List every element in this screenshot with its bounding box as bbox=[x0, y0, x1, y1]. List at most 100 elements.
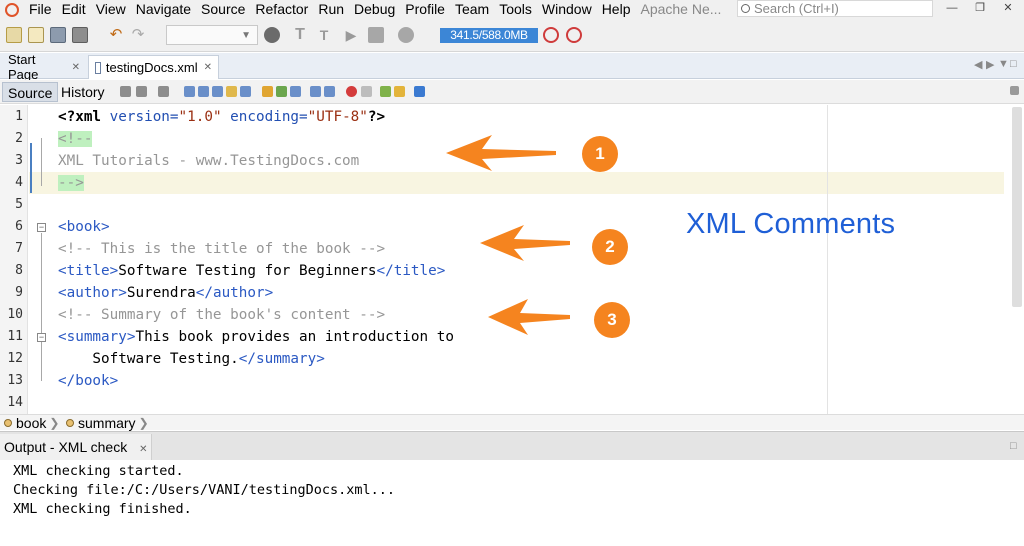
line-number: 14 bbox=[7, 395, 23, 410]
menu-edit[interactable]: Edit bbox=[57, 0, 91, 18]
toggle-bookmark-icon[interactable] bbox=[290, 86, 301, 97]
redo-icon[interactable]: ↷ bbox=[130, 27, 146, 43]
toggle-highlight-icon[interactable] bbox=[226, 86, 237, 97]
tab-start-page[interactable]: Start Page ✕ bbox=[2, 52, 86, 82]
menu-refactor[interactable]: Refactor bbox=[250, 0, 313, 18]
menu-run[interactable]: Run bbox=[313, 0, 349, 18]
close-icon[interactable]: ✕ bbox=[139, 444, 147, 455]
line-number: 12 bbox=[7, 351, 23, 366]
check-xml-icon[interactable] bbox=[380, 86, 391, 97]
menu-debug[interactable]: Debug bbox=[349, 0, 400, 18]
search-input[interactable]: Search (Ctrl+I) bbox=[737, 0, 933, 17]
annotation-badge-1: 1 bbox=[582, 136, 618, 172]
menu-navigate[interactable]: Navigate bbox=[131, 0, 196, 18]
menu-file[interactable]: File bbox=[24, 0, 57, 18]
output-line: XML checking started. bbox=[13, 463, 184, 479]
xml-tag: </title> bbox=[376, 263, 446, 279]
last-edit-icon[interactable] bbox=[120, 86, 131, 97]
record-macro-icon[interactable] bbox=[346, 86, 357, 97]
tab-label: testingDocs.xml bbox=[105, 60, 198, 75]
globe-icon[interactable] bbox=[264, 27, 280, 43]
line-number: 7 bbox=[15, 241, 23, 256]
tab-list-icon[interactable]: ▼ bbox=[998, 58, 1009, 70]
menu-window[interactable]: Window bbox=[537, 0, 597, 18]
new-project-icon[interactable] bbox=[6, 27, 22, 43]
memory-indicator[interactable]: 341.5/588.0MB bbox=[440, 28, 538, 43]
xml-tag: </author> bbox=[195, 285, 274, 301]
maximize-icon[interactable]: □ bbox=[1010, 440, 1017, 452]
main-toolbar: ↶ ↷ ▼ T T ▶ 341.5/588.0MB bbox=[0, 18, 1024, 52]
close-window-icon[interactable]: ✕ bbox=[994, 0, 1022, 18]
find-previous-icon[interactable] bbox=[184, 86, 195, 97]
maximize-icon[interactable]: □ bbox=[1010, 58, 1017, 70]
menu-profile[interactable]: Profile bbox=[400, 0, 450, 18]
menu-tools[interactable]: Tools bbox=[494, 0, 537, 18]
gc-reset-icon[interactable] bbox=[566, 27, 582, 43]
run-icon[interactable]: ▶ bbox=[343, 27, 359, 43]
tab-history[interactable]: History bbox=[56, 82, 110, 102]
back-icon[interactable] bbox=[136, 86, 147, 97]
minimize-icon[interactable]: — bbox=[938, 0, 966, 18]
next-bookmark-icon[interactable] bbox=[276, 86, 287, 97]
open-project-icon[interactable] bbox=[50, 27, 66, 43]
gc-icon[interactable] bbox=[543, 27, 559, 43]
forward-icon[interactable] bbox=[158, 86, 169, 97]
output-window[interactable]: XML checking started. Checking file:/C:/… bbox=[0, 460, 1024, 546]
debug-icon[interactable] bbox=[368, 27, 384, 43]
code-line-4: --> bbox=[58, 172, 84, 194]
validate-xml-icon[interactable] bbox=[394, 86, 405, 97]
netbeans-logo-icon bbox=[4, 2, 19, 17]
xsl-transform-icon[interactable] bbox=[414, 86, 425, 97]
xml-text: Software Testing. bbox=[58, 351, 239, 367]
arrow-annotation-1 bbox=[446, 135, 556, 171]
xml-text: Surendra bbox=[126, 285, 196, 301]
menu-team[interactable]: Team bbox=[450, 0, 494, 18]
code-line-1: <?xml version="1.0" encoding="UTF-8"?> bbox=[58, 106, 385, 128]
rectangular-select-icon[interactable] bbox=[240, 86, 251, 97]
code-line-3: XML Tutorials - www.TestingDocs.com bbox=[58, 150, 359, 172]
vertical-scrollbar[interactable] bbox=[1012, 107, 1022, 307]
tab-output-xml-check[interactable]: Output - XML check ✕ bbox=[0, 434, 153, 461]
xml-attribute-version: version= bbox=[101, 109, 179, 125]
find-next-icon[interactable] bbox=[198, 86, 209, 97]
breadcrumb-item-summary[interactable]: summary ❯ bbox=[66, 415, 149, 431]
config-combo[interactable]: ▼ bbox=[166, 25, 258, 45]
tab-source[interactable]: Source bbox=[2, 82, 59, 102]
find-selection-icon[interactable] bbox=[212, 86, 223, 97]
code-editor[interactable]: − − 1 2 3 4 5 6 7 8 9 10 11 12 13 14 <?x… bbox=[0, 105, 1024, 414]
tab-testingdocs-xml[interactable]: testingDocs.xml ✕ bbox=[88, 55, 219, 79]
clean-build-icon[interactable]: T bbox=[316, 27, 332, 43]
close-icon[interactable]: ✕ bbox=[72, 62, 80, 73]
stop-macro-icon[interactable] bbox=[361, 86, 372, 97]
window-title: Apache Ne... bbox=[640, 1, 722, 17]
menu-source[interactable]: Source bbox=[196, 0, 250, 18]
code-line-9: <author>Surendra</author> bbox=[58, 282, 273, 304]
comment-close: --> bbox=[58, 175, 84, 191]
previous-bookmark-icon[interactable] bbox=[262, 86, 273, 97]
code-line-10: <!-- Summary of the book's content --> bbox=[58, 304, 385, 326]
save-all-icon[interactable] bbox=[72, 27, 88, 43]
code-line-2: <!-- bbox=[58, 128, 93, 150]
xml-element-icon bbox=[66, 419, 74, 427]
split-editor-icon[interactable] bbox=[1010, 86, 1019, 95]
hammer-icon[interactable]: T bbox=[292, 27, 308, 43]
output-tab-bar: Output - XML check ✕ □ bbox=[0, 431, 1024, 461]
code-line-12: Software Testing.</summary> bbox=[58, 348, 324, 370]
scroll-right-icon[interactable]: ▶ bbox=[986, 58, 994, 71]
xml-declaration-open: <?xml bbox=[58, 109, 102, 125]
restore-icon[interactable]: ❐ bbox=[966, 0, 994, 18]
xml-tag: <summary> bbox=[58, 329, 136, 345]
menu-help[interactable]: Help bbox=[597, 0, 636, 18]
close-icon[interactable]: ✕ bbox=[204, 62, 212, 73]
breadcrumb: book ❯ summary ❯ bbox=[0, 414, 1024, 431]
shift-right-icon[interactable] bbox=[324, 86, 335, 97]
shift-left-icon[interactable] bbox=[310, 86, 321, 97]
scroll-left-icon[interactable]: ◀ bbox=[974, 58, 982, 71]
undo-icon[interactable]: ↶ bbox=[108, 27, 124, 43]
breadcrumb-item-book[interactable]: book ❯ bbox=[4, 415, 59, 431]
profile-icon[interactable] bbox=[398, 27, 414, 43]
new-file-icon[interactable] bbox=[28, 27, 44, 43]
output-line: XML checking finished. bbox=[13, 501, 192, 517]
menu-view[interactable]: View bbox=[91, 0, 131, 18]
xml-attribute-value: "1.0" bbox=[178, 109, 222, 125]
